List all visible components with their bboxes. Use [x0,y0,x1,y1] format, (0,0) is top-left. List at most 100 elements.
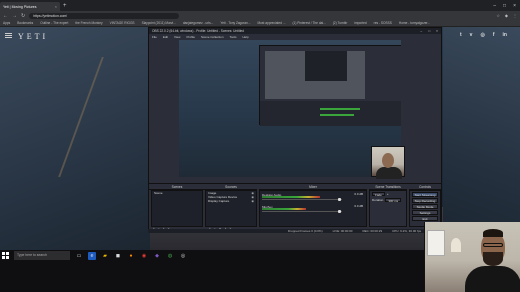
bookmark-item[interactable]: Yeti - Tony Zagoran... [220,21,250,25]
fader-handle[interactable] [338,210,341,213]
fader-handle[interactable] [338,198,341,201]
duration-input[interactable]: 300 ms [385,198,402,203]
bookmark-item[interactable]: (1) Pinterest / The dai... [292,21,325,25]
rec-time: REC: 00:00:29 [362,229,383,233]
twitter-icon[interactable]: t [460,32,462,38]
bookmark-item[interactable]: danjaiegomez - urls... [183,21,213,25]
bookmark-item[interactable]: the French Monkey [75,21,102,25]
file-explorer-icon[interactable]: ▰ [101,252,109,260]
menu-help[interactable]: Help [243,35,249,39]
duration-row: Duration 300 ms [370,197,406,203]
obs-icon[interactable]: ◎ [179,252,187,260]
taskbar-search-input[interactable]: Type here to search [14,251,70,260]
menu-profile[interactable]: Profile [186,35,195,39]
hero-image-right [443,27,520,250]
forward-icon[interactable]: → [12,13,17,19]
channel-db: 0.0 dB [354,204,363,208]
maximize-icon[interactable]: □ [503,3,506,9]
bookmark-item[interactable]: Most appreciated ... [257,21,285,25]
reload-icon[interactable]: ↻ [21,13,25,19]
menu-tools[interactable]: Tools [230,35,237,39]
vimeo-icon[interactable]: v [470,32,473,38]
app-icon[interactable]: ◉ [140,252,148,260]
bookmarks-bar: Apps Bookmarks Outline - The expert the … [0,20,520,27]
close-window-icon[interactable]: × [513,3,516,9]
start-streaming-button[interactable]: Start Streaming [412,192,438,197]
bookmark-item[interactable]: Bookmarks [17,21,33,25]
windows-start-icon[interactable] [2,252,9,259]
social-links: t v ◎ f in [460,32,507,38]
sources-list: Image ◉ Video Capture Device ◉ Display Cap… [205,190,257,227]
taskbar-row: Type here to search ▭ e ▰ ◼ ● ◉ ◆ ◍ ◎ [0,250,424,261]
stop-recording-button[interactable]: Stop Recording [412,198,438,203]
minimize-icon[interactable]: – [420,29,422,33]
edge-icon[interactable]: e [88,251,96,260]
lamp [451,238,461,252]
source-item[interactable]: Display Capture ◉ [206,199,256,203]
obs-menu-bar: File Edit View Profile Scene Collection … [149,34,441,39]
duration-label: Duration [372,198,384,202]
extension-icon[interactable]: ◆ [505,13,508,18]
chrome-icon[interactable]: ◍ [166,252,174,260]
menu-icon[interactable]: ⋮ [513,13,517,18]
instagram-icon[interactable]: ◎ [480,32,484,38]
tab-title: Yeti | Moving Pictures [3,4,37,9]
obs-window-title: OBS 22.0.2 (64-bit, windows) - Profile: … [152,29,244,33]
app-icon[interactable]: ● [127,252,135,260]
minimize-icon[interactable]: – [493,3,496,9]
channel-db: 0.0 dB [354,192,363,196]
transition-select[interactable]: Fade [372,192,385,197]
obs-window-controls: – □ × [420,29,441,33]
cpu-usage: CPU: 9.2%, 30.00 fps [392,229,421,233]
bookmark-item[interactable]: Slaypoint (2011) Marvi... [142,21,176,25]
scenes-list: Scene [151,190,203,227]
volume-fader[interactable] [262,199,342,200]
bookmark-item[interactable]: Outline - The expert [40,21,68,25]
close-icon[interactable]: × [436,29,438,33]
source-label: Display Capture [208,199,230,203]
webcam-person-body [465,266,520,292]
settings-button[interactable]: Settings [412,210,438,215]
star-icon[interactable]: ☆ [496,13,500,18]
new-tab-button[interactable]: + [60,3,70,9]
browser-tab-active[interactable]: Yeti | Moving Pictures × [0,2,60,11]
webcam-person-body [376,167,402,179]
add-transition-icon[interactable]: + [387,192,389,196]
browser-tab-bar: Yeti | Moving Pictures × + – □ × [0,0,520,11]
menu-edit[interactable]: Edit [163,35,168,39]
bookmark-item[interactable]: VINTAGE RIGGS [110,21,135,25]
menu-view[interactable]: View [174,35,180,39]
scene-item[interactable]: Scene [152,191,202,195]
menu-file[interactable]: File [152,35,157,39]
task-view-icon[interactable]: ▭ [75,252,83,260]
app-icon[interactable]: ◆ [153,252,161,260]
bookmark-item[interactable]: Home - tomyalgozer... [399,21,430,25]
webcam-person-beard [483,252,503,266]
maximize-icon[interactable]: □ [428,29,430,33]
url-input[interactable]: https://yetimotion.com/ [29,12,180,19]
studio-mode-button[interactable]: Studio Mode [412,204,438,209]
bookmark-item[interactable]: (2) Tumblr [333,21,348,25]
bookmark-item[interactable]: res - SOSSS [374,21,392,25]
hamburger-menu-icon[interactable] [5,33,12,38]
menu-scene-collection[interactable]: Scene Collection [201,35,224,39]
bookmark-item[interactable]: Apps [3,21,10,25]
bookshelf [427,230,445,256]
obs-window: OBS 22.0.2 (64-bit, windows) - Profile: … [148,27,442,232]
back-icon[interactable]: ← [3,13,8,19]
bookmark-item[interactable]: imported [354,21,366,25]
webcam-person-head [382,153,394,168]
eye-icon[interactable]: ◉ [251,199,256,203]
close-tab-icon[interactable]: × [55,4,57,9]
obs-preview-canvas[interactable] [179,40,401,177]
facebook-icon[interactable]: f [493,32,495,38]
webcam-person-hair [483,229,503,237]
exit-button[interactable]: Exit [412,216,438,221]
live-time: LIVE: 00:00:00 [332,229,353,233]
webcam-overlay [424,222,520,292]
nested-meter [320,108,360,110]
store-icon[interactable]: ◼ [114,252,122,260]
linkedin-icon[interactable]: in [503,32,507,38]
volume-fader[interactable] [262,211,342,212]
site-logo[interactable]: YETI [18,32,48,41]
